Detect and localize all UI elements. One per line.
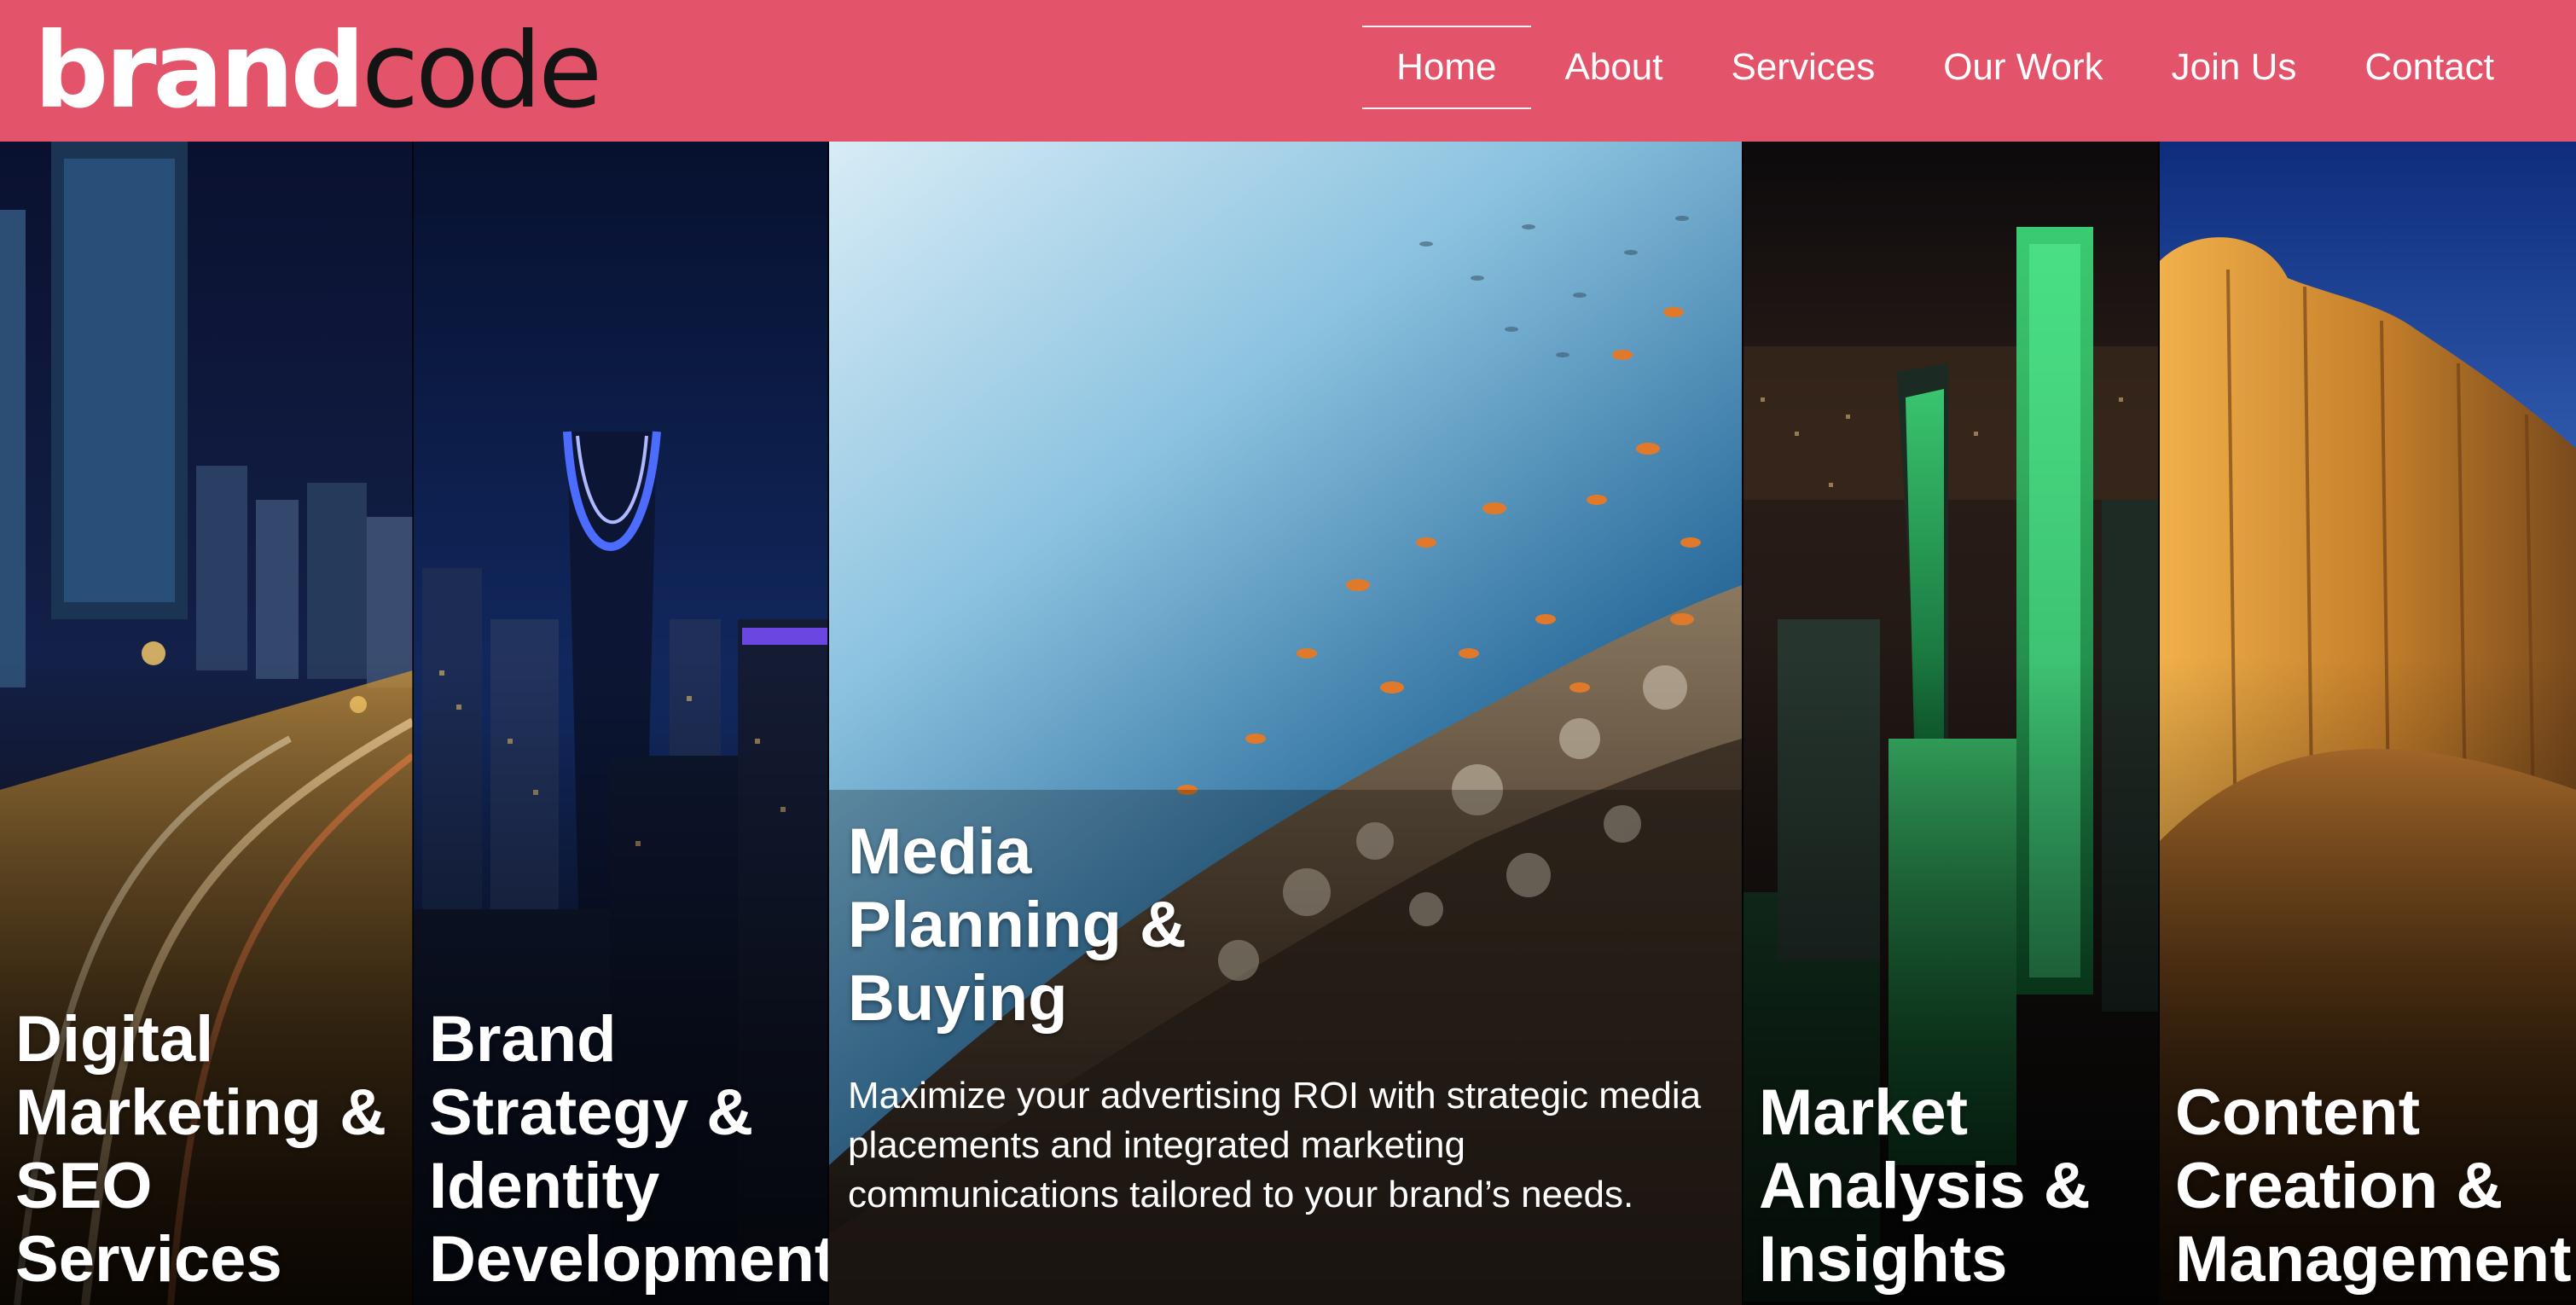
nav-join-us[interactable]: Join Us [2138,27,2331,107]
service-panel-digital-marketing[interactable]: Digital Marketing & SEO Services [0,142,413,1305]
service-panel-brand-strategy[interactable]: Brand Strategy & Identity Development [414,142,828,1305]
service-title: Brand Strategy & Identity Development [429,1003,828,1296]
service-title: Market Analysis & Insights [1759,1076,2091,1296]
service-title: Content Creation & Management [2175,1076,2572,1296]
services-accordion: Digital Marketing & SEO Services Brand S… [0,142,2576,1305]
logo-brand-text: brand [34,10,365,131]
nav-home[interactable]: Home [1362,26,1531,109]
site-header: brand code Home About Services Our Work J… [0,0,2576,142]
logo-code-text: code [362,10,602,131]
service-title: Digital Marketing & SEO Services [15,1003,386,1296]
service-description: Maximize your advertising ROI with strat… [848,1075,1702,1215]
service-panel-content-creation[interactable]: Content Creation & Management [2160,142,2576,1305]
nav-our-work[interactable]: Our Work [1909,27,2137,107]
service-title: Media Planning & Buying [848,815,1186,1035]
nav-about[interactable]: About [1531,27,1697,107]
service-panel-media-planning[interactable]: Media Planning & Buying Maximize your ad… [829,142,1742,1305]
service-panel-market-analysis[interactable]: Market Analysis & Insights [1743,142,2158,1305]
nav-contact[interactable]: Contact [2330,27,2528,107]
main-nav: Home About Services Our Work Join Us Con… [1362,26,2528,109]
nav-services[interactable]: Services [1697,27,1909,107]
brandcode-logo[interactable]: brand code [34,0,602,142]
